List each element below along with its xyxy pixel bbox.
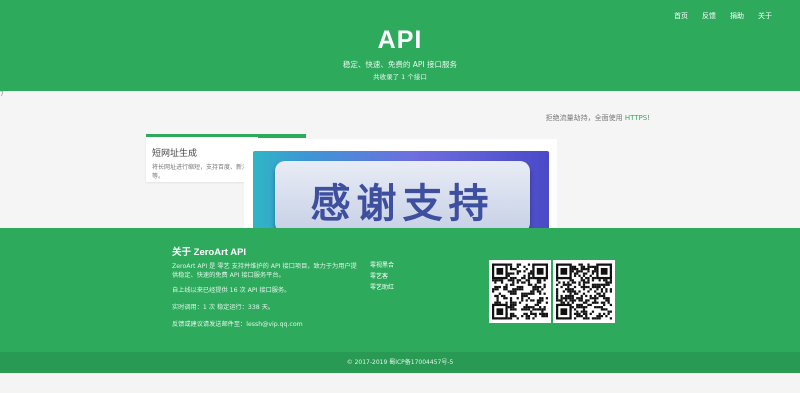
qr-code-1-graphic <box>492 263 548 320</box>
api-card-short-url[interactable]: 短网址生成 将长网址进行缩短，支持百度、新浪等。 <box>146 134 258 182</box>
nav-home[interactable]: 首页 <box>674 11 688 21</box>
site-title: API <box>377 26 423 54</box>
nav-feedback[interactable]: 反馈 <box>702 11 716 21</box>
footer-link-2[interactable]: 零艺客 <box>370 272 394 282</box>
qr-code-2-icon <box>553 260 615 323</box>
footer-contact: 反馈或建议请发送邮件至：lessh@vip.qq.com <box>172 321 303 328</box>
footer-link-1[interactable]: 零视黑合 <box>370 261 394 271</box>
site-subtitle: 稳定、快速、免费的 API 接口服务 <box>342 60 458 69</box>
footer-links: 零视黑合 零艺客 零艺助红 <box>370 261 394 293</box>
card-accent-tab <box>254 134 306 138</box>
https-notice-suffix: ! <box>647 114 650 122</box>
footer-intro: ZeroArt API 是 零艺 支持并维护的 API 接口项目，致力于为用户提… <box>172 263 357 279</box>
https-label: HTTPS <box>624 114 648 122</box>
api-card-desc: 将长网址进行缩短，支持百度、新浪等。 <box>152 164 249 180</box>
page-bottom <box>0 373 800 393</box>
footer <box>0 228 800 352</box>
thanks-text: 感谢支持 <box>310 180 495 227</box>
api-card-title: 短网址生成 <box>152 149 198 159</box>
api-count: 共收录了 1 个接口 <box>373 73 427 81</box>
nav-donate[interactable]: 捐助 <box>730 11 744 21</box>
footer-stats: 自上线以来已经提供 16 次 API 接口服务。 <box>172 287 291 294</box>
copyright: © 2017-2019 蜀ICP备17004457号-5 <box>0 352 800 373</box>
nav-about[interactable]: 关于 <box>758 11 772 21</box>
https-notice: 拒绝流量劫持，全面使用 HTTPS! <box>546 113 650 123</box>
top-nav: 首页 反馈 捐助 关于 <box>674 11 772 21</box>
thanks-image-plate: 感谢支持 <box>275 161 530 233</box>
footer-title: 关于 ZeroArt API <box>172 247 247 258</box>
qr-code-1-icon <box>489 260 551 323</box>
footer-realtime: 实时调用：1 次 稳定运行：338 天。 <box>172 304 275 311</box>
qr-code-2-graphic <box>556 263 612 320</box>
footer-link-3[interactable]: 零艺助红 <box>370 283 394 293</box>
page-marker: 7 <box>0 91 4 98</box>
https-notice-text: 拒绝流量劫持，全面使用 <box>545 114 625 122</box>
